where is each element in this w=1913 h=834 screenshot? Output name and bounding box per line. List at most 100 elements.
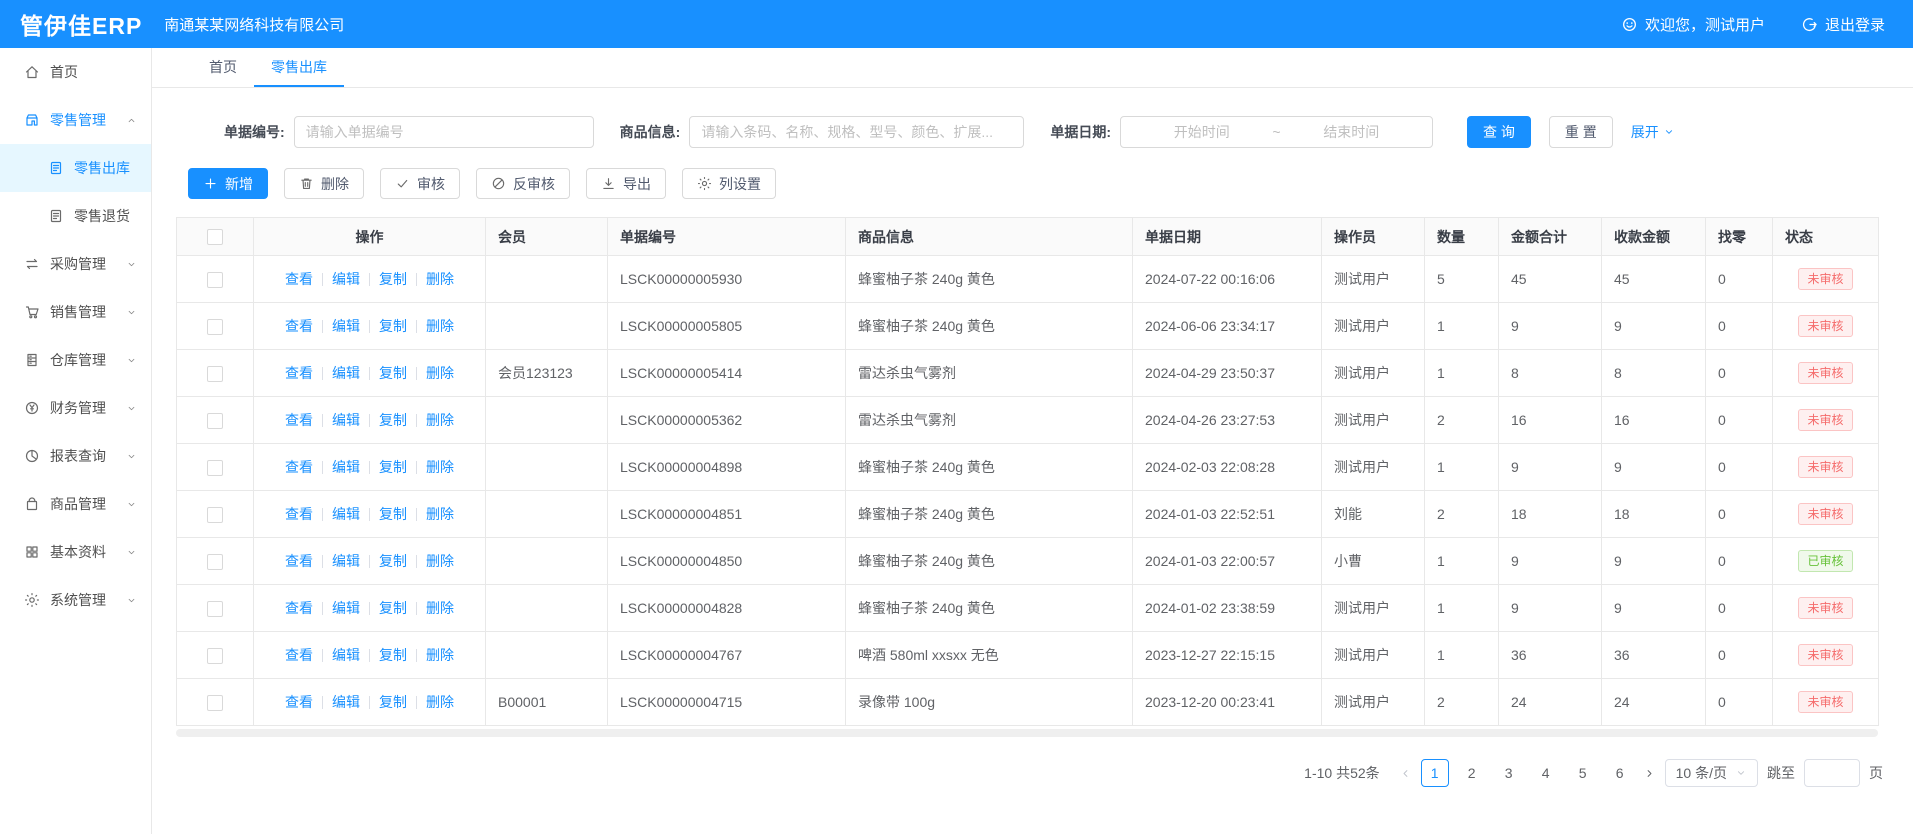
logout-button[interactable]: 退出登录: [1801, 14, 1885, 35]
row-checkbox[interactable]: [207, 507, 223, 523]
row-checkbox[interactable]: [207, 413, 223, 429]
export-button[interactable]: 导出: [586, 168, 666, 199]
row-action-copy[interactable]: 复制: [379, 692, 407, 712]
sidebar-item-home[interactable]: 首页: [0, 48, 151, 96]
row-action-delete[interactable]: 删除: [426, 692, 454, 712]
row-action-view[interactable]: 查看: [285, 269, 313, 289]
page-size-select[interactable]: 10 条/页: [1665, 759, 1758, 787]
expand-link[interactable]: 展开: [1631, 122, 1675, 142]
sidebar-item-finance-management[interactable]: 财务管理: [0, 384, 151, 432]
row-action-edit[interactable]: 编辑: [332, 410, 360, 430]
page-number-1[interactable]: 1: [1421, 759, 1449, 787]
page-number-2[interactable]: 2: [1458, 759, 1486, 787]
row-action-copy[interactable]: 复制: [379, 269, 407, 289]
row-action-edit[interactable]: 编辑: [332, 504, 360, 524]
sidebar-item-sales-management[interactable]: 销售管理: [0, 288, 151, 336]
row-action-copy[interactable]: 复制: [379, 316, 407, 336]
row-action-edit[interactable]: 编辑: [332, 598, 360, 618]
row-action-delete[interactable]: 删除: [426, 316, 454, 336]
sidebar-item-retail-return[interactable]: 零售退货: [0, 192, 151, 240]
row-action-copy[interactable]: 复制: [379, 363, 407, 383]
sidebar-item-goods-management[interactable]: 商品管理: [0, 480, 151, 528]
date-range-picker[interactable]: 开始时间 ~ 结束时间: [1120, 116, 1433, 148]
next-page-button[interactable]: [1643, 767, 1656, 780]
row-checkbox[interactable]: [207, 648, 223, 664]
row-action-copy[interactable]: 复制: [379, 598, 407, 618]
row-checkbox[interactable]: [207, 319, 223, 335]
row-action-view[interactable]: 查看: [285, 410, 313, 430]
row-action-delete[interactable]: 删除: [426, 363, 454, 383]
row-action-edit[interactable]: 编辑: [332, 363, 360, 383]
sidebar-item-retail-management[interactable]: 零售管理: [0, 96, 151, 144]
select-all-checkbox[interactable]: [207, 229, 223, 245]
product-cell: 雷达杀虫气雾剂: [846, 397, 1133, 444]
row-action-edit[interactable]: 编辑: [332, 457, 360, 477]
prev-page-button[interactable]: [1399, 767, 1412, 780]
product-info-input[interactable]: [689, 116, 1024, 148]
pagination-total: 1-10 共52条: [1304, 763, 1379, 783]
row-checkbox[interactable]: [207, 460, 223, 476]
page-number-4[interactable]: 4: [1532, 759, 1560, 787]
row-checkbox[interactable]: [207, 601, 223, 617]
row-action-copy[interactable]: 复制: [379, 410, 407, 430]
sidebar-item-warehouse-management[interactable]: 仓库管理: [0, 336, 151, 384]
sidebar-item-retail-outbound[interactable]: 零售出库: [0, 144, 151, 192]
row-action-copy[interactable]: 复制: [379, 504, 407, 524]
total-cell: 8: [1499, 350, 1602, 397]
qty-cell: 1: [1425, 538, 1499, 585]
row-action-copy[interactable]: 复制: [379, 645, 407, 665]
search-button[interactable]: 查 询: [1467, 116, 1531, 148]
chevron-down-icon: [126, 403, 137, 414]
jump-page-input[interactable]: [1804, 759, 1860, 787]
tab-retail-outbound[interactable]: 零售出库: [254, 48, 344, 87]
column-settings-button[interactable]: 列设置: [682, 168, 776, 199]
sidebar-item-label: 零售管理: [50, 110, 126, 130]
row-checkbox[interactable]: [207, 366, 223, 382]
header-actions: 欢迎您，测试用户 退出登录: [1513, 14, 1885, 35]
add-button[interactable]: 新增: [188, 168, 268, 199]
reset-button[interactable]: 重 置: [1549, 116, 1613, 148]
row-action-delete[interactable]: 删除: [426, 645, 454, 665]
row-action-delete[interactable]: 删除: [426, 457, 454, 477]
sidebar-item-basic-data[interactable]: 基本资料: [0, 528, 151, 576]
row-action-edit[interactable]: 编辑: [332, 645, 360, 665]
page-number-3[interactable]: 3: [1495, 759, 1523, 787]
row-action-delete[interactable]: 删除: [426, 551, 454, 571]
row-action-view[interactable]: 查看: [285, 457, 313, 477]
page-number-5[interactable]: 5: [1569, 759, 1597, 787]
row-action-view[interactable]: 查看: [285, 504, 313, 524]
row-action-view[interactable]: 查看: [285, 645, 313, 665]
sidebar-item-system-management[interactable]: 系统管理: [0, 576, 151, 624]
row-action-delete[interactable]: 删除: [426, 269, 454, 289]
page-number-6[interactable]: 6: [1606, 759, 1634, 787]
sidebar-item-report-query[interactable]: 报表查询: [0, 432, 151, 480]
delete-button[interactable]: 删除: [284, 168, 364, 199]
row-action-view[interactable]: 查看: [285, 692, 313, 712]
tab-home[interactable]: 首页: [192, 48, 254, 87]
row-action-view[interactable]: 查看: [285, 598, 313, 618]
horizontal-scrollbar[interactable]: [176, 729, 1878, 737]
row-action-delete[interactable]: 删除: [426, 410, 454, 430]
user-welcome[interactable]: 欢迎您，测试用户: [1621, 14, 1765, 35]
row-action-delete[interactable]: 删除: [426, 598, 454, 618]
bill-no-input[interactable]: [294, 116, 594, 148]
audit-button[interactable]: 审核: [380, 168, 460, 199]
row-action-view[interactable]: 查看: [285, 363, 313, 383]
row-action-edit[interactable]: 编辑: [332, 269, 360, 289]
column-header: 收款金额: [1602, 218, 1706, 256]
reverse-audit-button[interactable]: 反审核: [476, 168, 570, 199]
row-checkbox[interactable]: [207, 554, 223, 570]
bill-no-cell: LSCK00000005805: [608, 303, 846, 350]
sidebar-item-purchase-management[interactable]: 采购管理: [0, 240, 151, 288]
row-action-copy[interactable]: 复制: [379, 457, 407, 477]
row-action-edit[interactable]: 编辑: [332, 551, 360, 571]
row-checkbox[interactable]: [207, 695, 223, 711]
row-action-view[interactable]: 查看: [285, 551, 313, 571]
row-action-edit[interactable]: 编辑: [332, 692, 360, 712]
member-cell: [486, 538, 608, 585]
row-action-edit[interactable]: 编辑: [332, 316, 360, 336]
row-action-copy[interactable]: 复制: [379, 551, 407, 571]
row-action-view[interactable]: 查看: [285, 316, 313, 336]
row-checkbox[interactable]: [207, 272, 223, 288]
row-action-delete[interactable]: 删除: [426, 504, 454, 524]
